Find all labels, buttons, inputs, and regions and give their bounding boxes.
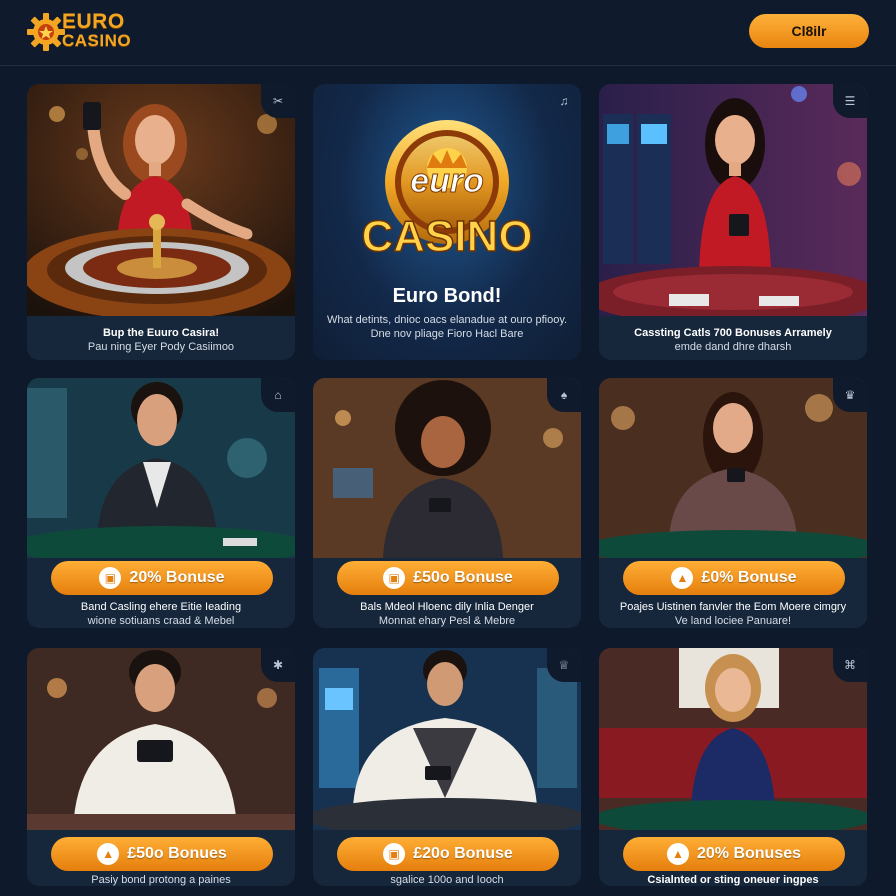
caption-line-1: Poajes Uistinen fanvler the Eom Moere ci… bbox=[619, 601, 847, 613]
bonus-label: £0% Bonuse bbox=[701, 569, 797, 586]
dealer-man-photo bbox=[27, 378, 295, 558]
claim-bonus-button[interactable]: ▣ £20o Bonuse bbox=[337, 837, 559, 871]
promo-card-vest-dealer[interactable]: ♕ ▣ £20o Bonuse sgalice 100o and Iooch bbox=[313, 648, 581, 886]
caption-line-2: Monnat ehary Pesl & Mebre bbox=[378, 615, 516, 627]
cards-icon[interactable]: ♠ bbox=[547, 378, 581, 412]
bonus-label: 20% Bonuse bbox=[129, 569, 225, 586]
blonde-woman-photo bbox=[599, 648, 867, 830]
claim-bonus-button[interactable]: ▲ £0% Bonuse bbox=[623, 561, 845, 595]
card-caption: What detints, dnioc oacs elanadue at our… bbox=[321, 313, 573, 341]
promo-card-slots[interactable]: ☰ Cassting Catls 700 Bonuses Arramely em… bbox=[599, 84, 867, 360]
list-icon[interactable]: ☰ bbox=[833, 84, 867, 118]
claim-bonus-button[interactable]: ▲ £50o Bonues bbox=[51, 837, 273, 871]
brunette-woman-photo bbox=[599, 378, 867, 558]
gift-badge-icon: ▲ bbox=[666, 843, 689, 865]
logo-line-casino: CASINO bbox=[62, 31, 132, 50]
claim-bonus-button[interactable]: ▲ 20% Bonuses bbox=[623, 837, 845, 871]
bonus-label: £50o Bonuse bbox=[413, 569, 513, 586]
caption-title: Bup the Euuro Casira! bbox=[102, 327, 220, 339]
caption-line-2: Dne nov pliage Fioro Hacl Bare bbox=[370, 328, 524, 340]
caption-line-1: Pasiy bond protong a paines bbox=[91, 874, 231, 886]
card-caption: Csialnted or sting oneuer ingpes bbox=[607, 873, 859, 886]
top-header: EURO CASINO Cl8ilr bbox=[0, 0, 896, 66]
gift-icon[interactable]: ⌘ bbox=[833, 648, 867, 682]
promo-card-dealer-man[interactable]: ⌂ ▣ 20% Bonuse Band Casling ehere Eitie … bbox=[27, 378, 295, 628]
logo-line-euro: EURO bbox=[62, 10, 125, 33]
phone-man-photo bbox=[27, 648, 295, 830]
ticket-icon[interactable]: ✂ bbox=[261, 84, 295, 118]
bonus-label: £20o Bonuse bbox=[413, 845, 513, 862]
gift-badge-icon: ▣ bbox=[383, 843, 406, 865]
music-icon[interactable]: ♫ bbox=[547, 84, 581, 118]
header-cta-button[interactable]: Cl8ilr bbox=[749, 14, 869, 48]
slots-photo bbox=[599, 84, 867, 316]
caption-line-1: What detints, dnioc oacs elanadue at our… bbox=[326, 314, 568, 326]
card-caption: Bals Mdeol Hloenc dily Inlia Denger Monn… bbox=[321, 600, 573, 628]
promo-card-brunette-woman[interactable]: ♛ ▲ £0% Bonuse Poajes Uistinen fanvler t… bbox=[599, 378, 867, 628]
gift-badge-icon: ▲ bbox=[671, 567, 694, 589]
roulette-photo bbox=[27, 84, 295, 316]
card-caption: sgalice 100o and Iooch bbox=[321, 873, 573, 886]
trophy-icon[interactable]: ♛ bbox=[833, 378, 867, 412]
card-caption: Pasiy bond protong a paines bbox=[35, 873, 287, 886]
vest-dealer-photo bbox=[313, 648, 581, 830]
card-headline: Euro Bond! bbox=[392, 285, 502, 307]
promo-card-curly-woman[interactable]: ♠ ▣ £50o Bonuse Bals Mdeol Hloenc dily I… bbox=[313, 378, 581, 628]
curly-woman-photo bbox=[313, 378, 581, 558]
euro-casino-logo[interactable]: EURO CASINO bbox=[26, 10, 146, 54]
caption-subtitle: emde dand dhre dharsh bbox=[674, 341, 792, 353]
caption-line-1: Bals Mdeol Hloenc dily Inlia Denger bbox=[360, 601, 534, 613]
card-caption: Poajes Uistinen fanvler the Eom Moere ci… bbox=[607, 600, 859, 628]
card-caption: Cassting Catls 700 Bonuses Arramely emde… bbox=[607, 326, 859, 354]
promo-card-blonde-woman[interactable]: ⌘ ▲ 20% Bonuses Csialnted or sting oneue… bbox=[599, 648, 867, 886]
card-caption: Bup the Euuro Casira! Pau ning Eyer Pody… bbox=[35, 326, 287, 354]
caption-line-1: Csialnted or sting oneuer ingpes bbox=[647, 874, 819, 886]
caption-line-1: sgalice 100o and Iooch bbox=[390, 874, 504, 886]
logo-word-euro: euro bbox=[410, 162, 485, 201]
gift-badge-icon: ▣ bbox=[99, 567, 122, 589]
chair-icon[interactable]: ⌂ bbox=[261, 378, 295, 412]
bonus-label: 20% Bonuses bbox=[696, 845, 802, 862]
star-icon[interactable]: ✱ bbox=[261, 648, 295, 682]
gift-badge-icon: ▣ bbox=[383, 567, 406, 589]
caption-line-1: Band Casling ehere Eitie Ieading bbox=[80, 601, 242, 613]
gear-logo-icon bbox=[27, 13, 65, 51]
promo-card-euro-bond[interactable]: ♫ euro CASINO Euro Bond! What detints, d… bbox=[313, 84, 581, 360]
bonus-label: £50o Bonues bbox=[127, 845, 227, 862]
claim-bonus-button[interactable]: ▣ £50o Bonuse bbox=[337, 561, 559, 595]
caption-subtitle: Pau ning Eyer Pody Casiimoo bbox=[87, 341, 235, 353]
caption-title: Cassting Catls 700 Bonuses Arramely bbox=[634, 327, 832, 339]
gift-badge-icon: ▲ bbox=[97, 843, 120, 865]
logo-word-casino: CASINO bbox=[361, 211, 534, 262]
logo-wordmark: EURO CASINO bbox=[62, 10, 132, 50]
crown-icon[interactable]: ♕ bbox=[547, 648, 581, 682]
caption-line-2: wione sotiuans craad & Mebel bbox=[87, 615, 235, 627]
card-caption: Band Casling ehere Eitie Ieading wione s… bbox=[35, 600, 287, 628]
caption-line-2: Ve land lociee Panuare! bbox=[674, 615, 792, 627]
promo-card-roulette[interactable]: ✂ Bup the Euuro Casira! Pau ning Eyer Po… bbox=[27, 84, 295, 360]
promo-card-phone-man[interactable]: ✱ ▲ £50o Bonues Pasiy bond protong a pai… bbox=[27, 648, 295, 886]
claim-bonus-button[interactable]: ▣ 20% Bonuse bbox=[51, 561, 273, 595]
